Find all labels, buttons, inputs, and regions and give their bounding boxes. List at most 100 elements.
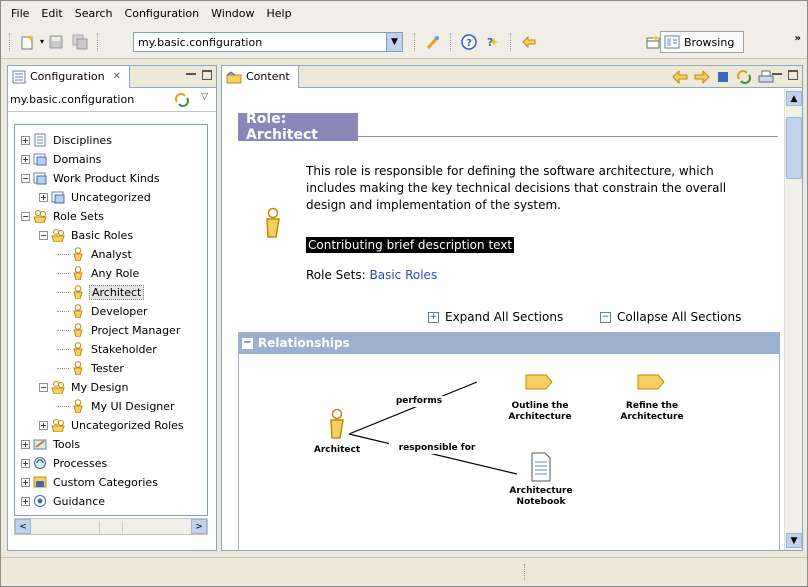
tree-item[interactable]: Architect: [57, 283, 145, 301]
tree-item-label: Uncategorized Roles: [71, 418, 184, 432]
menu-edit[interactable]: Edit: [41, 7, 62, 20]
minimize-icon[interactable]: [772, 70, 782, 80]
task-icon[interactable]: [637, 374, 665, 393]
vertical-scrollbar[interactable]: ▲ ▼: [784, 89, 802, 550]
tree-item[interactable]: − Basic Roles: [39, 226, 135, 244]
expand-all-button[interactable]: + Expand All Sections: [428, 310, 563, 324]
collapse-node-icon[interactable]: −: [39, 230, 48, 240]
sync-icon[interactable]: [174, 92, 190, 111]
tree-item[interactable]: − My Design: [39, 378, 130, 396]
scroll-left-icon[interactable]: <: [15, 519, 31, 534]
tab-content[interactable]: Content: [222, 65, 299, 88]
tree-item[interactable]: + Domains: [21, 150, 103, 168]
menu-file[interactable]: File: [11, 7, 29, 20]
tree-item[interactable]: Project Manager: [57, 321, 182, 339]
back-icon[interactable]: [672, 70, 688, 84]
search-help-icon[interactable]: ?: [485, 34, 501, 50]
tree-item[interactable]: + Processes: [21, 454, 109, 472]
configuration-combo[interactable]: my.basic.configuration ▼: [133, 32, 403, 52]
new-dropdown-icon[interactable]: ▾: [40, 37, 44, 46]
menu-bar: File Edit Search Configuration Window He…: [1, 1, 807, 25]
refresh-icon[interactable]: [736, 70, 752, 84]
collapse-section-icon[interactable]: −: [242, 337, 253, 349]
scroll-up-icon[interactable]: ▲: [786, 91, 802, 106]
expand-node-icon[interactable]: +: [21, 496, 30, 506]
expand-node-icon[interactable]: +: [21, 458, 30, 468]
menu-configuration[interactable]: Configuration: [125, 7, 200, 20]
configuration-view-tabbar: Configuration ✕: [8, 65, 216, 88]
collapse-all-button[interactable]: − Collapse All Sections: [600, 310, 741, 324]
collapse-node-icon[interactable]: −: [39, 382, 48, 392]
tree-connector: [57, 310, 69, 312]
tree-item[interactable]: − Work Product Kinds: [21, 169, 162, 187]
chevron-down-icon[interactable]: ▼: [386, 33, 402, 51]
scroll-thumb[interactable]: [786, 117, 802, 179]
task-icon[interactable]: [525, 374, 553, 393]
tab-configuration[interactable]: Configuration ✕: [8, 65, 130, 88]
tree-item[interactable]: Analyst: [57, 245, 134, 263]
menu-search[interactable]: Search: [75, 7, 113, 20]
forward-icon[interactable]: [694, 70, 710, 84]
minimize-icon[interactable]: [186, 70, 196, 80]
view-menu-icon[interactable]: ▽: [201, 92, 208, 102]
relationships-title: Relationships: [258, 336, 350, 350]
expand-node-icon[interactable]: +: [39, 192, 48, 202]
tree-item[interactable]: + Guidance: [21, 492, 107, 510]
open-perspective-icon[interactable]: [645, 34, 661, 50]
perspective-browsing-button[interactable]: Browsing: [660, 31, 744, 53]
role-icon: [71, 342, 85, 356]
save-icon[interactable]: [48, 34, 64, 50]
tree-item[interactable]: + Tools: [21, 435, 82, 453]
configuration-header: my.basic.configuration ▽: [8, 88, 216, 112]
tab-content-label: Content: [246, 70, 290, 83]
scroll-thumb[interactable]: [99, 520, 123, 533]
role-sets-link[interactable]: Basic Roles: [370, 268, 438, 282]
new-icon[interactable]: [20, 34, 36, 50]
scroll-right-icon[interactable]: >: [191, 519, 207, 534]
content-icon: [226, 70, 242, 83]
tree-item[interactable]: + Uncategorized: [39, 188, 153, 206]
relationships-header[interactable]: − Relationships: [238, 332, 780, 354]
tree-item[interactable]: + Disciplines: [21, 131, 114, 149]
expand-node-icon[interactable]: +: [39, 420, 48, 430]
relationships-diagram: Architect performs responsible for Outli…: [238, 354, 780, 550]
section-expander: + Expand All Sections − Collapse All Sec…: [222, 310, 784, 328]
role-icon: [71, 361, 85, 375]
menu-window[interactable]: Window: [211, 7, 254, 20]
expand-node-icon[interactable]: +: [21, 439, 30, 449]
toolbar-overflow-icon[interactable]: »: [795, 33, 801, 44]
collapse-node-icon[interactable]: −: [21, 211, 30, 221]
expand-node-icon[interactable]: +: [21, 154, 30, 164]
horizontal-scrollbar[interactable]: < >: [14, 518, 208, 535]
menu-help[interactable]: Help: [267, 7, 292, 20]
maximize-icon[interactable]: [202, 70, 212, 80]
collapse-node-icon[interactable]: −: [21, 173, 30, 183]
tree-item[interactable]: + Custom Categories: [21, 473, 160, 491]
workproduct-label: Architecture Notebook: [509, 486, 573, 507]
save-all-icon[interactable]: [72, 34, 88, 50]
configuration-view: Configuration ✕ my.basic.configuration ▽…: [7, 65, 217, 551]
expand-node-icon[interactable]: +: [21, 135, 30, 145]
tree-item[interactable]: Tester: [57, 359, 126, 377]
close-icon[interactable]: ✕: [113, 71, 121, 82]
back-arrow-icon[interactable]: [521, 34, 537, 50]
main-toolbar: ▾ my.basic.configuration ▼ ? ? Browsing …: [1, 25, 807, 59]
tree-connector: [57, 272, 69, 274]
toolbar-separator: [510, 33, 512, 51]
tree-item-label: Basic Roles: [71, 228, 134, 242]
tree-item[interactable]: Developer: [57, 302, 150, 320]
tree-item[interactable]: Any Role: [57, 264, 141, 282]
diagram-role-icon[interactable]: [327, 408, 347, 443]
document-icon[interactable]: [531, 452, 551, 485]
wand-icon[interactable]: [425, 34, 441, 50]
tree-item[interactable]: Stakeholder: [57, 340, 159, 358]
tree-item[interactable]: − Role Sets: [21, 207, 106, 225]
expand-node-icon[interactable]: +: [21, 477, 30, 487]
tree-item[interactable]: + Uncategorized Roles: [39, 416, 186, 434]
tree-item[interactable]: My UI Designer: [57, 397, 177, 415]
help-icon[interactable]: ?: [461, 34, 477, 50]
stop-icon[interactable]: [716, 70, 730, 84]
role-icon: [71, 399, 85, 413]
maximize-icon[interactable]: [788, 70, 798, 80]
scroll-down-icon[interactable]: ▼: [786, 533, 802, 548]
